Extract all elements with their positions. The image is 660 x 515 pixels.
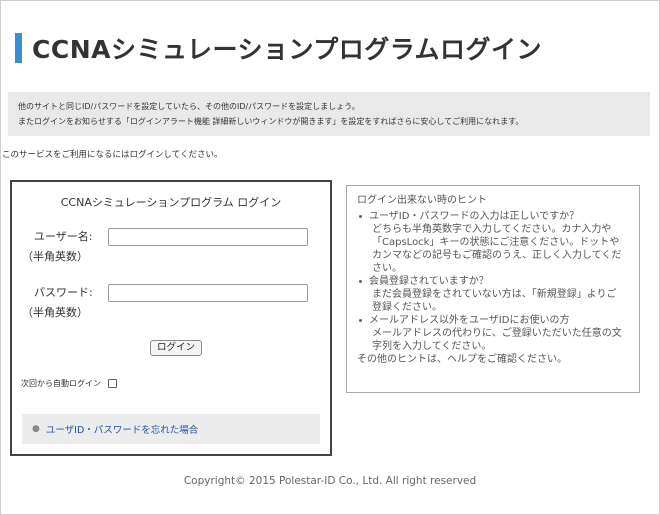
hint-answer-line: カンマなどの記号もご確認のうえ、正しく入力してくだ [372, 250, 622, 261]
password-sublabel: （半角英数） [22, 306, 88, 319]
notice-line-1: 他のサイトと同じID/パスワードを設定していたら、その他のID/パスワードを設定… [18, 102, 360, 111]
hints-title: ログイン出来ない時のヒント [357, 195, 487, 206]
page-title: CCNAシミュレーションプログラムログイン [32, 35, 542, 64]
notice-line-2: またログインをお知らせする「ログインアラート機能 詳細新しいウィンドウが開きます… [18, 117, 524, 126]
hint-answer-line: メールアドレスの代わりに、ご登録いただいた任意の文 [372, 328, 622, 339]
login-panel: CCNAシミュレーションプログラム ログイン ユーザー名: （半角英数） パスワ… [10, 180, 332, 456]
forgot-credentials-box: ● ユーザID・パスワードを忘れた場合 [22, 414, 320, 444]
hint-answer-line: さい。 [372, 263, 402, 274]
hint-question: ユーザID・パスワードの入力は正しいですか？ [369, 211, 580, 222]
hint-question: 会員登録されていますか？ [369, 276, 489, 287]
auto-login-label: 次回から自動ログイン [21, 379, 101, 388]
hints-list: ユーザID・パスワードの入力は正しいですか？ どちらも半角英数字で入力してくださ… [357, 210, 629, 353]
password-input[interactable] [108, 284, 308, 302]
login-panel-title: CCNAシミュレーションプログラム ログイン [60, 196, 282, 209]
login-hints-panel: ログイン出来ない時のヒント ユーザID・パスワードの入力は正しいですか？ どちら… [346, 185, 640, 393]
hint-question: メールアドレス以外をユーザIDにお使いの方 [369, 315, 570, 326]
auto-login-checkbox[interactable] [108, 379, 117, 388]
hints-footer: その他のヒントは、ヘルプをご確認ください。 [357, 354, 567, 365]
intro-text: このサービスをご利用になるにはログインしてください。 [2, 150, 223, 160]
login-button[interactable]: ログイン [150, 340, 203, 356]
hint-answer-line: 「CapsLock」キーの状態にご注意ください。ドットや [372, 237, 620, 248]
copyright-text: Copyright© 2015 Polestar-ID Co., Ltd. Al… [183, 475, 477, 487]
bullet-icon: ● [32, 424, 40, 434]
password-label: パスワード: [34, 286, 93, 299]
username-label: ユーザー名: [34, 230, 93, 243]
title-accent-bar [15, 33, 22, 63]
hint-answer-line: まだ会員登録をされていない方は、「新規登録」よりご [372, 289, 617, 300]
page-header: CCNAシミュレーションプログラムログイン [15, 30, 542, 66]
username-sublabel: （半角英数） [22, 250, 88, 263]
hint-item: メールアドレス以外をユーザIDにお使いの方 メールアドレスの代わりに、ご登録いた… [357, 314, 629, 353]
hint-answer-line: どちらも半角英数字で入力してください。カナ入力や [372, 224, 612, 235]
security-notice: 他のサイトと同じID/パスワードを設定していたら、その他のID/パスワードを設定… [8, 92, 650, 136]
hint-item: ユーザID・パスワードの入力は正しいですか？ どちらも半角英数字で入力してくださ… [357, 210, 629, 275]
auto-login-row: 次回から自動ログイン [21, 378, 117, 389]
hint-item: 会員登録されていますか？ まだ会員登録をされていない方は、「新規登録」よりご 登… [357, 275, 629, 314]
hint-answer-line: 登録ください。 [372, 302, 442, 313]
hint-answer-line: 字列を入力してください。 [372, 341, 492, 352]
forgot-credentials-link[interactable]: ユーザID・パスワードを忘れた場合 [46, 422, 198, 436]
username-input[interactable] [108, 228, 308, 246]
